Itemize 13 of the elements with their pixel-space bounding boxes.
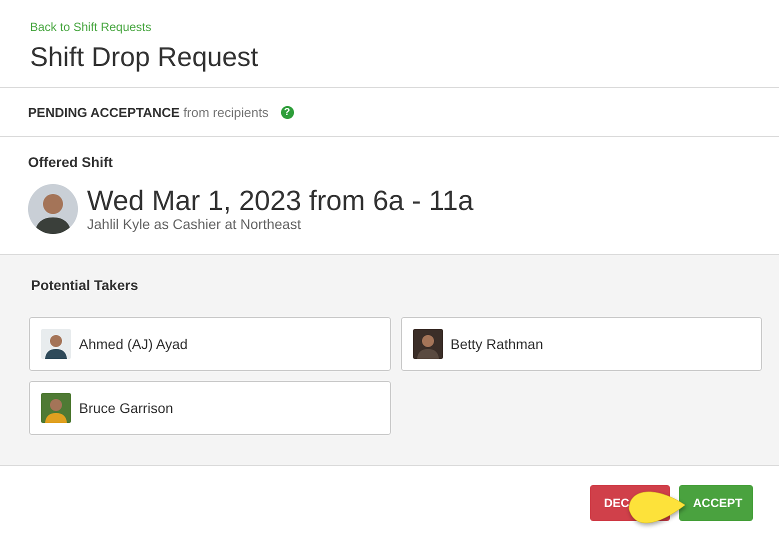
taker-card[interactable]: Betty Rathman xyxy=(400,317,762,371)
section-heading: Offered Shift xyxy=(28,154,114,170)
section-heading: Potential Takers xyxy=(31,277,140,293)
shift-time: Wed Mar 1, 2023 from 6a - 11a xyxy=(87,186,474,216)
avatar xyxy=(41,393,71,423)
shift-detail: Jahlil Kyle as Cashier at Northeast xyxy=(87,216,302,232)
page-title: Shift Drop Request xyxy=(30,42,258,73)
status-text: PENDING ACCEPTANCE from recipients xyxy=(28,104,269,120)
avatar xyxy=(412,329,442,359)
taker-card[interactable]: Ahmed (AJ) Ayad xyxy=(29,317,390,371)
taker-card[interactable]: Bruce Garrison xyxy=(29,381,390,435)
avatar xyxy=(28,184,78,234)
avatar xyxy=(41,329,71,359)
